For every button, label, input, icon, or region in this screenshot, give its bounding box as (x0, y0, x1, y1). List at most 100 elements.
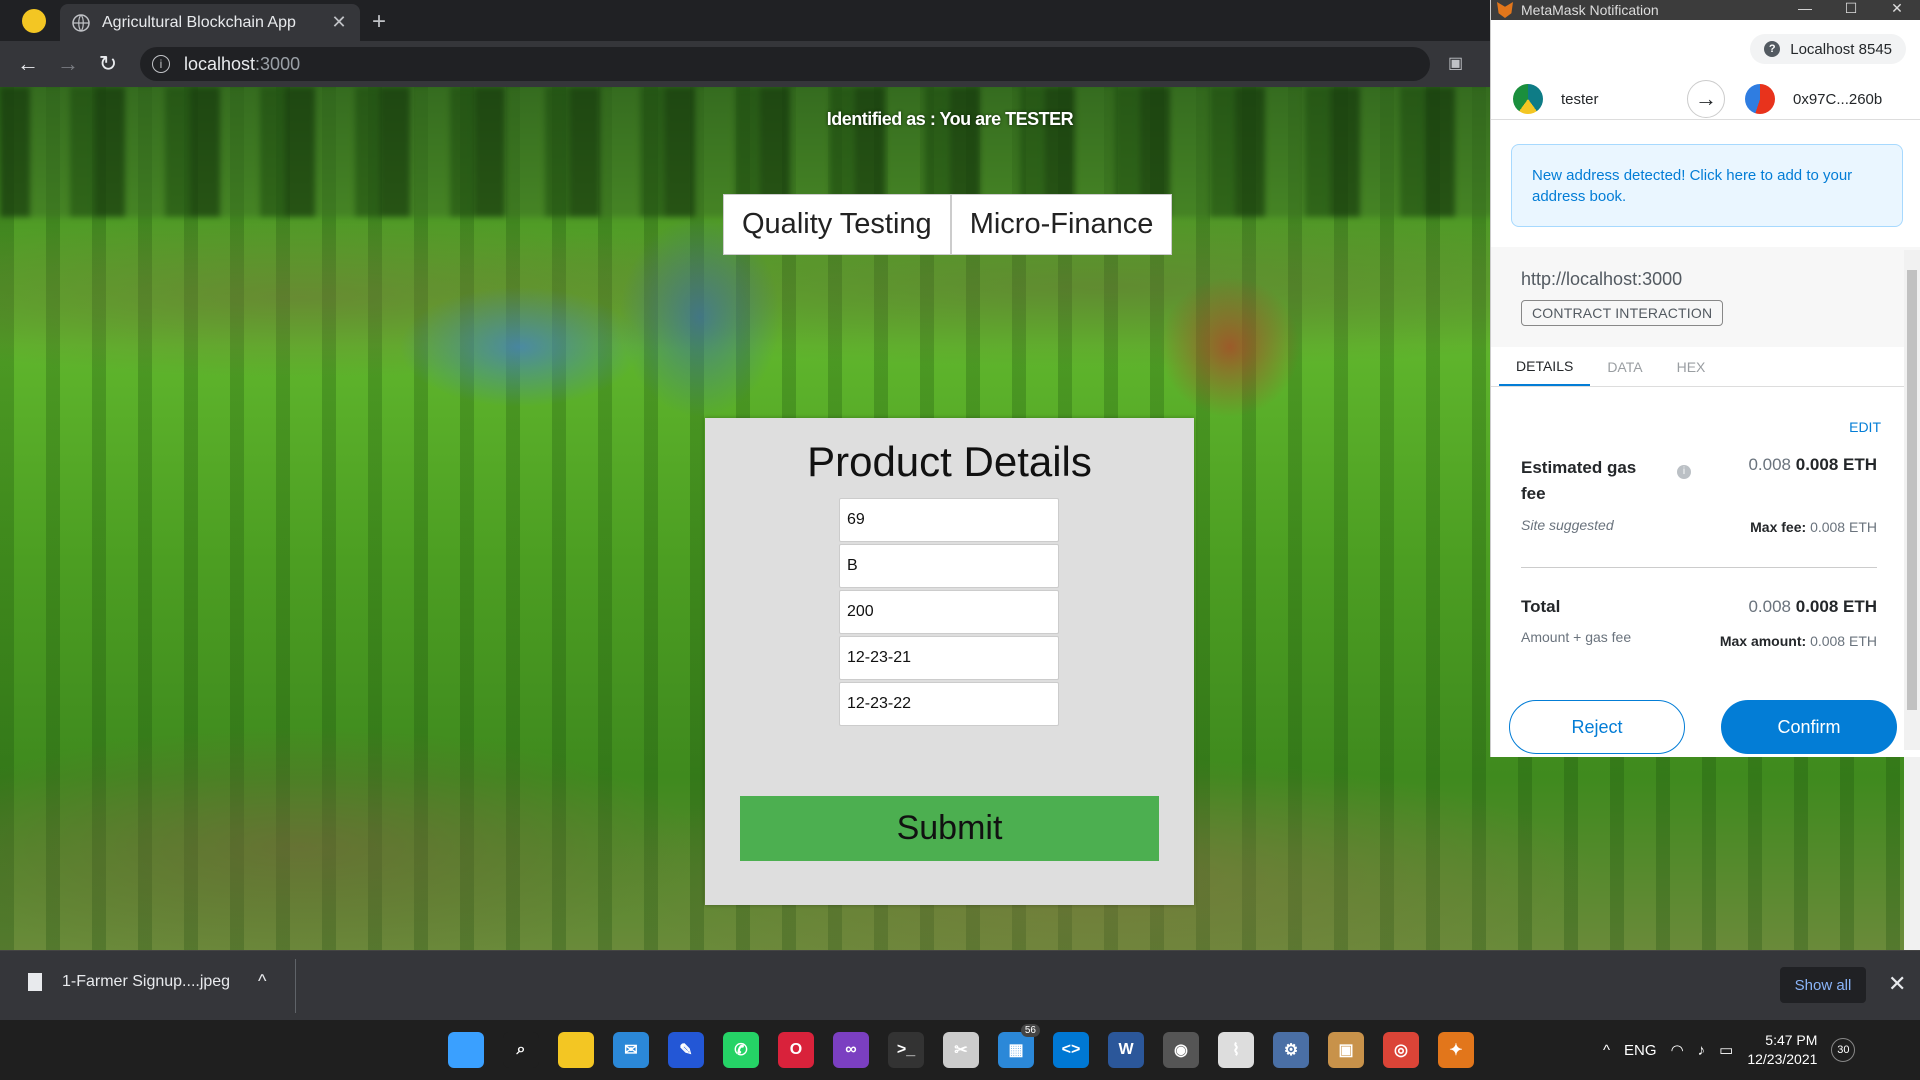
address-bar[interactable]: i localhost:3000 (140, 47, 1430, 81)
chrome-icon-glyph: ◎ (1394, 1042, 1408, 1059)
maximize-icon[interactable]: ☐ (1828, 0, 1874, 17)
popup-blocked-icon[interactable]: ▣ (1448, 53, 1468, 72)
news-icon[interactable]: ▦ 56 (998, 1024, 1040, 1068)
tray-chevron-icon[interactable]: ^ (1603, 1042, 1610, 1059)
total-value: 0.008 0.008 ETH (1748, 597, 1877, 617)
scrollbar[interactable] (1904, 250, 1920, 750)
site-info-icon[interactable]: i (152, 55, 170, 73)
opera-icon[interactable]: O (778, 1032, 814, 1068)
tab-quality-testing[interactable]: Quality Testing (723, 194, 951, 255)
tab-data[interactable]: DATA (1590, 347, 1659, 386)
url-host: localhost (184, 53, 256, 74)
box-app-icon[interactable]: ▣ (1328, 1032, 1364, 1068)
word-icon-glyph: W (1118, 1041, 1134, 1058)
clock-time: 5:47 PM (1765, 1032, 1818, 1048)
info-icon[interactable]: i (1677, 465, 1691, 479)
vscode-icon[interactable]: <> (1053, 1032, 1089, 1068)
test-date-field[interactable] (839, 636, 1059, 680)
search-icon[interactable]: ⌕ (503, 1032, 539, 1068)
browser-tab[interactable]: Agricultural Blockchain App ✕ (60, 4, 360, 41)
close-icon[interactable]: ✕ (1874, 0, 1920, 17)
chrome-icon[interactable]: ◎ (1383, 1032, 1419, 1068)
wifi-icon[interactable]: ◠ (1671, 1041, 1684, 1059)
metamask-titlebar: MetaMask Notification — ☐ ✕ (1491, 0, 1920, 20)
tab-micro-finance[interactable]: Micro-Finance (950, 194, 1173, 255)
max-fee-value: 0.008 ETH (1810, 519, 1877, 535)
metamask-fox-icon (1497, 2, 1513, 18)
file-explorer-icon[interactable] (558, 1032, 594, 1068)
divider (295, 959, 296, 1013)
metamask-icon[interactable]: ✦ (1438, 1032, 1474, 1068)
metamask-window: MetaMask Notification — ☐ ✕ ? Localhost … (1490, 0, 1920, 757)
monitor-icon-glyph: ⌇ (1232, 1042, 1240, 1059)
max-amount-value: 0.008 ETH (1810, 633, 1877, 649)
mail-icon[interactable]: ✉ (613, 1032, 649, 1068)
origin-url: http://localhost:3000 (1521, 269, 1683, 289)
network-selector[interactable]: ? Localhost 8545 (1750, 34, 1906, 64)
notification-count-badge[interactable]: 30 (1831, 1038, 1856, 1062)
pen-app-icon-glyph: ✎ (679, 1042, 693, 1059)
minimize-icon[interactable]: — (1782, 0, 1828, 17)
origin-section: http://localhost:3000 CONTRACT INTERACTI… (1491, 247, 1920, 347)
globe-icon (72, 13, 90, 32)
reject-button[interactable]: Reject (1509, 700, 1685, 754)
windows-start-icon[interactable] (448, 1032, 484, 1068)
details-tabs: DETAILS DATA HEX (1491, 347, 1920, 387)
max-amount: Max amount: 0.008 ETH (1720, 633, 1877, 649)
windows-taskbar: ⌕ ✉ ✎ ✆ O ∞ >_ ✂ ▦ 56 <> W ◉ ⌇ ⚙ ▣ ◎ ✦ ^ ENG ◠ ♪ ▭ 5:47 P… (0, 1020, 1920, 1080)
submit-button[interactable]: Submit (740, 796, 1159, 861)
product-id-field[interactable] (839, 498, 1059, 542)
word-icon[interactable]: W (1108, 1032, 1144, 1068)
from-account[interactable]: tester (1513, 84, 1599, 114)
pen-app-icon[interactable]: ✎ (668, 1032, 704, 1068)
edit-gas-button[interactable]: EDIT (1849, 419, 1881, 435)
mail-icon-glyph: ✉ (624, 1042, 638, 1059)
terminal-icon[interactable]: >_ (888, 1032, 924, 1068)
from-account-name: tester (1561, 90, 1599, 108)
gas-fee-row: Estimated gas fee i 0.008 0.008 ETH Site… (1521, 455, 1877, 535)
whatsapp-icon[interactable]: ✆ (723, 1032, 759, 1068)
show-all-button[interactable]: Show all (1780, 967, 1866, 1003)
quantity-field[interactable] (839, 590, 1059, 634)
battery-icon[interactable]: ▭ (1719, 1041, 1733, 1059)
tab-title: Agricultural Blockchain App (102, 13, 296, 31)
product-details-form: Product Details Submit (705, 418, 1194, 905)
visual-studio-icon-glyph: ∞ (845, 1041, 857, 1058)
visual-studio-icon[interactable]: ∞ (833, 1032, 869, 1068)
terminal-icon-glyph: >_ (896, 1041, 916, 1058)
monitor-icon[interactable]: ⌇ (1218, 1032, 1254, 1068)
tab-details[interactable]: DETAILS (1499, 347, 1591, 386)
back-button[interactable]: ← (8, 44, 48, 84)
snipping-tool-icon[interactable]: ✂ (943, 1032, 979, 1068)
metamask-icon-glyph: ✦ (1449, 1042, 1463, 1059)
page-scrollbar[interactable] (1904, 757, 1920, 950)
forward-button[interactable]: → (48, 44, 88, 84)
arrow-right-icon: → (1687, 80, 1725, 118)
volume-icon[interactable]: ♪ (1698, 1042, 1706, 1059)
settings-gear-icon[interactable]: ⚙ (1273, 1032, 1309, 1068)
expiry-date-field[interactable] (839, 682, 1059, 726)
download-file-name: 1-Farmer Signup....jpeg (62, 973, 231, 990)
grade-field[interactable] (839, 544, 1059, 588)
chevron-up-icon[interactable]: ^ (258, 971, 266, 992)
confirm-button[interactable]: Confirm (1721, 700, 1897, 754)
github-icon[interactable]: ◉ (1163, 1032, 1199, 1068)
tab-close-icon[interactable]: ✕ (330, 12, 348, 33)
action-buttons: Reject Confirm (1491, 700, 1920, 757)
divider (1521, 567, 1877, 568)
new-address-alert[interactable]: New address detected! Click here to add … (1511, 144, 1903, 227)
new-tab-button[interactable]: + (372, 8, 386, 36)
to-account[interactable]: 0x97C...260b (1745, 84, 1882, 114)
gas-fee-eth: 0.008 ETH (1795, 455, 1877, 474)
search-icon-glyph: ⌕ (516, 1041, 526, 1058)
download-item[interactable]: 1-Farmer Signup....jpeg (28, 973, 230, 991)
tab-hex[interactable]: HEX (1660, 347, 1723, 386)
gas-fee-label: Estimated gas fee (1521, 458, 1637, 503)
total-row: Total 0.008 0.008 ETH Amount + gas fee M… (1521, 597, 1877, 649)
scrollbar-thumb[interactable] (1907, 270, 1917, 710)
max-amount-label: Max amount: (1719, 633, 1807, 649)
reload-button[interactable]: ↻ (88, 44, 128, 84)
clock[interactable]: 5:47 PM 12/23/2021 (1747, 1031, 1817, 1069)
language-indicator[interactable]: ENG (1624, 1042, 1657, 1059)
close-icon[interactable]: ✕ (1888, 971, 1906, 997)
